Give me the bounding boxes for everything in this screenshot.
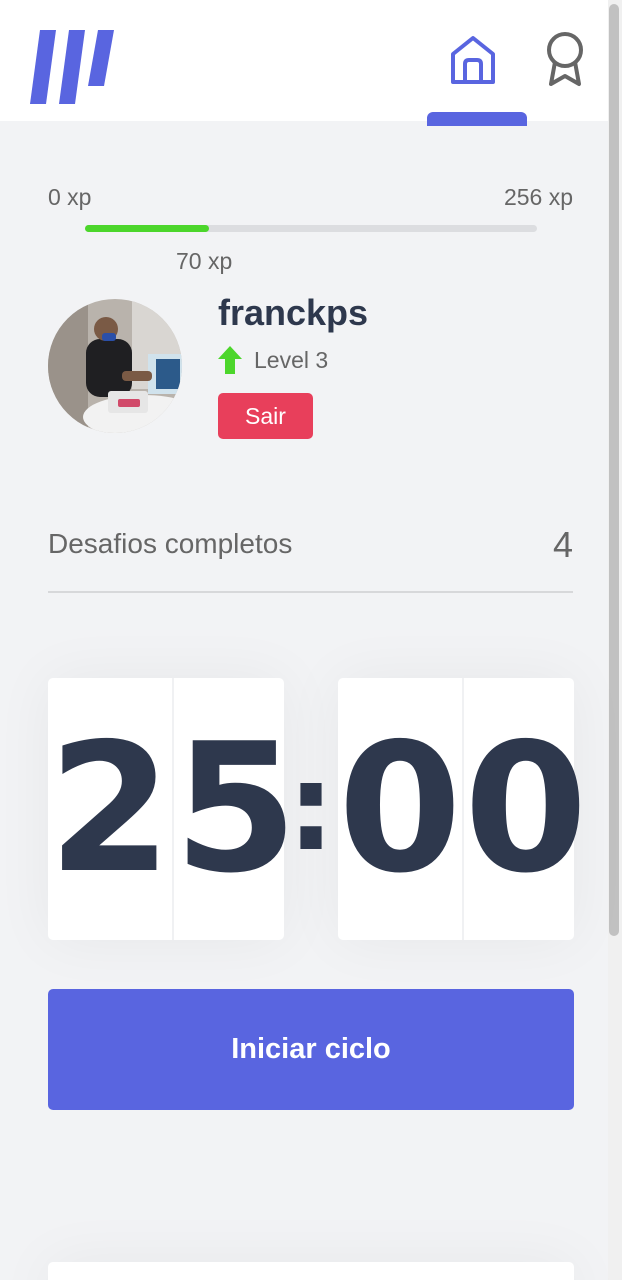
countdown-minutes: 2 5 bbox=[48, 678, 298, 940]
countdown-seconds: 0 0 bbox=[338, 678, 588, 940]
countdown-separator: : bbox=[287, 739, 335, 878]
divider bbox=[48, 591, 573, 593]
challenge-box bbox=[48, 1262, 574, 1280]
second-ones-digit: 0 bbox=[463, 705, 588, 912]
scrollbar-thumb[interactable] bbox=[609, 4, 619, 936]
home-nav-button[interactable] bbox=[444, 30, 502, 90]
active-nav-indicator bbox=[427, 112, 527, 126]
level-label: Level 3 bbox=[254, 346, 329, 373]
minute-ones-digit: 5 bbox=[173, 705, 298, 912]
experience-bar-fill bbox=[85, 225, 209, 232]
username: franckps bbox=[218, 292, 369, 333]
leaderboard-nav-button[interactable] bbox=[538, 28, 592, 90]
xp-max-label: 256 xp bbox=[503, 184, 573, 210]
start-cycle-button[interactable]: Iniciar ciclo bbox=[48, 989, 574, 1110]
completed-challenges-label: Desafios completos bbox=[48, 528, 293, 559]
xp-min-label: 0 xp bbox=[48, 184, 92, 210]
xp-current-label: 70 xp bbox=[176, 248, 233, 274]
minute-tens-digit: 2 bbox=[48, 678, 174, 940]
second-tens-digit: 0 bbox=[338, 678, 464, 940]
home-icon bbox=[451, 36, 495, 84]
level-up-arrow-icon bbox=[218, 346, 242, 374]
top-navbar bbox=[0, 0, 608, 121]
completed-challenges-count: 4 bbox=[552, 524, 573, 565]
award-icon bbox=[547, 32, 583, 86]
app-page: 0 xp 256 xp 70 xp franckps Level 3 Sair … bbox=[0, 0, 622, 1280]
experience-bar bbox=[85, 225, 537, 232]
avatar bbox=[48, 299, 182, 433]
level-row: Level 3 bbox=[218, 346, 328, 374]
logout-button[interactable]: Sair bbox=[218, 393, 313, 439]
logo-icon bbox=[30, 30, 114, 104]
avatar-photo bbox=[48, 299, 182, 433]
